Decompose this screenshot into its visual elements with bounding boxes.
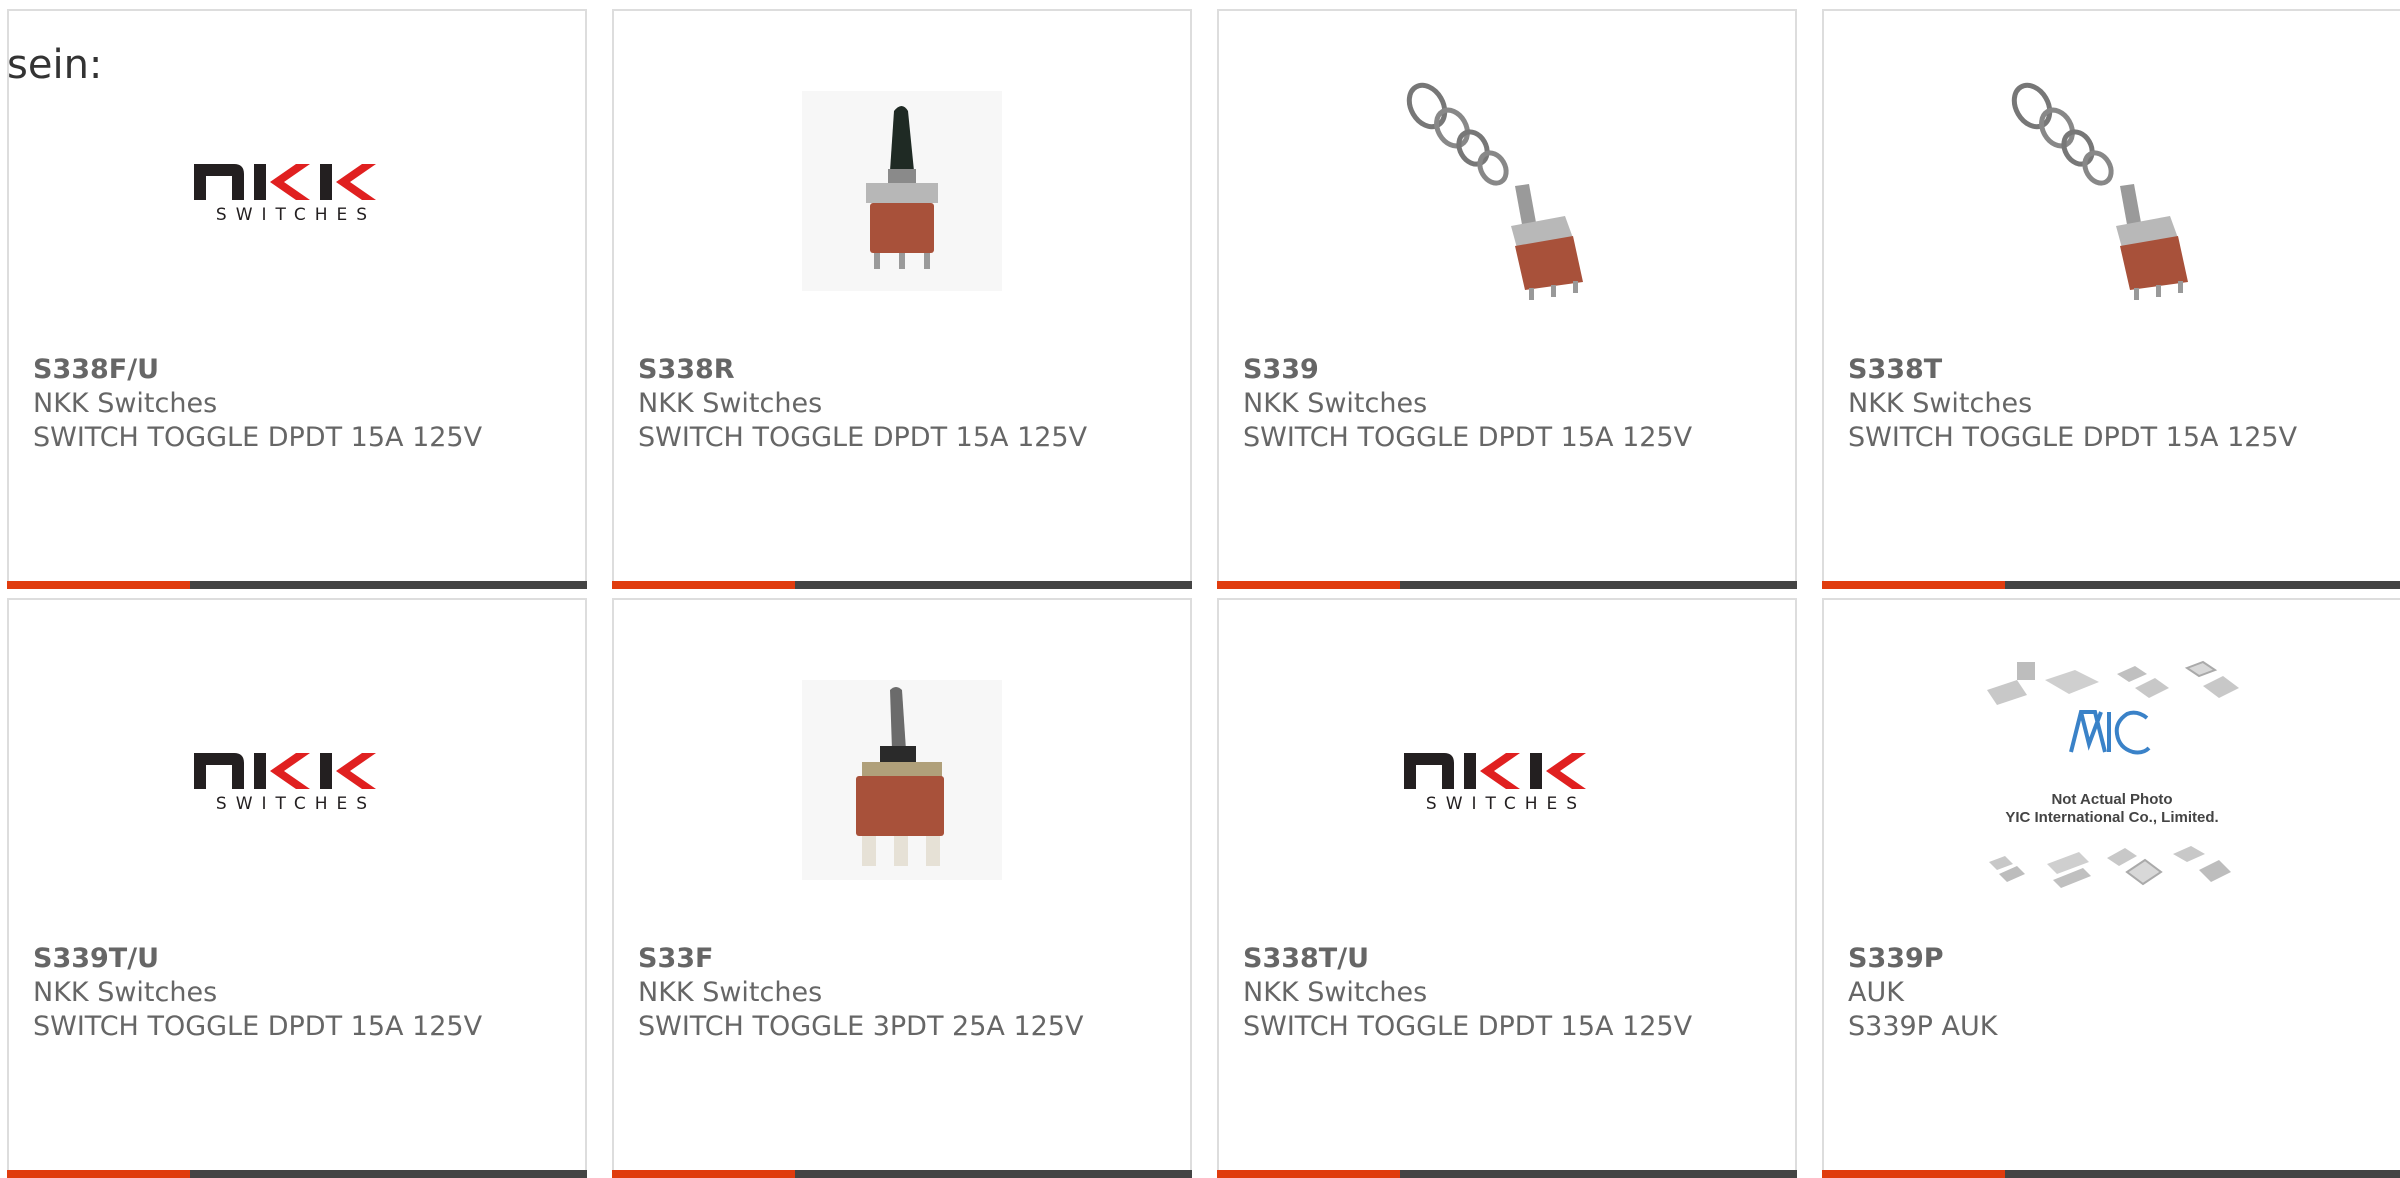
part-number[interactable]: S338T/U — [1243, 942, 1785, 976]
intro-text: sein: — [7, 42, 103, 88]
nkk-logo-icon: SWITCHES — [194, 164, 376, 225]
svg-text:SWITCHES: SWITCHES — [216, 794, 376, 814]
description: S339P AUK — [1848, 1011, 1998, 1042]
part-number[interactable]: S338F/U — [33, 353, 575, 387]
nkk-logo-icon: SWITCHES — [194, 753, 376, 814]
toggle-switch-icon — [802, 680, 1002, 880]
product-card[interactable]: S33F NKK Switches SWITCH TOGGLE 3PDT 25A… — [612, 598, 1192, 1178]
card-footer-bar — [1217, 1170, 1797, 1178]
part-number[interactable]: S339 — [1243, 353, 1785, 387]
nkk-logo-icon: SWITCHES — [1404, 753, 1586, 814]
manufacturer: NKK Switches — [1848, 388, 2033, 419]
card-footer-bar — [7, 581, 587, 589]
product-card[interactable]: SWITCHES S339T/U NKK Switches SWITCH TOG… — [7, 598, 587, 1178]
manufacturer: NKK Switches — [638, 388, 823, 419]
description: SWITCH TOGGLE DPDT 15A 125V — [1243, 1011, 1693, 1042]
product-card[interactable]: S338R NKK Switches SWITCH TOGGLE DPDT 15… — [612, 9, 1192, 589]
toggle-switch-with-nuts-icon — [1406, 82, 1583, 300]
manufacturer: NKK Switches — [33, 977, 218, 1008]
svg-text:YIC International Co., Limited: YIC International Co., Limited. — [2005, 809, 2218, 826]
part-number[interactable]: S338R — [638, 353, 1180, 387]
svg-text:SWITCHES: SWITCHES — [216, 205, 376, 225]
card-footer-bar — [1217, 581, 1797, 589]
part-number[interactable]: S339T/U — [33, 942, 575, 976]
product-image[interactable]: Not Actual Photo YIC International Co., … — [1824, 660, 2400, 900]
toggle-switch-with-nuts-icon — [2011, 82, 2188, 300]
product-image[interactable] — [614, 660, 1190, 900]
part-number[interactable]: S338T — [1848, 353, 2390, 387]
product-image[interactable] — [614, 71, 1190, 311]
card-footer-bar — [612, 581, 1192, 589]
product-card[interactable]: S339 NKK Switches SWITCH TOGGLE DPDT 15A… — [1217, 9, 1797, 589]
product-card[interactable]: SWITCHES S338F/U NKK Switches SWITCH TOG… — [7, 9, 587, 589]
product-image[interactable] — [1824, 71, 2400, 311]
part-number[interactable]: S339P — [1848, 942, 2390, 976]
toggle-switch-icon — [802, 91, 1002, 291]
description: SWITCH TOGGLE 3PDT 25A 125V — [638, 1011, 1084, 1042]
product-card[interactable]: Not Actual Photo YIC International Co., … — [1822, 598, 2400, 1178]
description: SWITCH TOGGLE DPDT 15A 125V — [1848, 422, 2298, 453]
card-footer-bar — [612, 1170, 1192, 1178]
card-footer-bar — [1822, 1170, 2400, 1178]
description: SWITCH TOGGLE DPDT 15A 125V — [33, 1011, 483, 1042]
product-grid: SWITCHES S338F/U NKK Switches SWITCH TOG… — [7, 9, 2400, 1178]
product-image[interactable] — [1219, 71, 1795, 311]
product-card[interactable]: S338T NKK Switches SWITCH TOGGLE DPDT 15… — [1822, 9, 2400, 589]
card-footer-bar — [7, 1170, 587, 1178]
product-image[interactable]: SWITCHES — [1219, 660, 1795, 900]
description: SWITCH TOGGLE DPDT 15A 125V — [33, 422, 483, 453]
manufacturer: NKK Switches — [1243, 977, 1428, 1008]
part-number[interactable]: S33F — [638, 942, 1180, 976]
manufacturer: AUK — [1848, 977, 1904, 1008]
card-footer-bar — [1822, 581, 2400, 589]
product-card[interactable]: SWITCHES S338T/U NKK Switches SWITCH TOG… — [1217, 598, 1797, 1178]
description: SWITCH TOGGLE DPDT 15A 125V — [1243, 422, 1693, 453]
manufacturer: NKK Switches — [33, 388, 218, 419]
product-image[interactable]: SWITCHES — [9, 660, 585, 900]
svg-text:SWITCHES: SWITCHES — [1426, 794, 1586, 814]
svg-text:Not Actual Photo: Not Actual Photo — [2051, 791, 2172, 808]
manufacturer: NKK Switches — [1243, 388, 1428, 419]
product-image[interactable]: SWITCHES — [9, 71, 585, 311]
manufacturer: NKK Switches — [638, 977, 823, 1008]
placeholder-image-icon: Not Actual Photo YIC International Co., … — [1987, 660, 2239, 888]
description: SWITCH TOGGLE DPDT 15A 125V — [638, 422, 1088, 453]
